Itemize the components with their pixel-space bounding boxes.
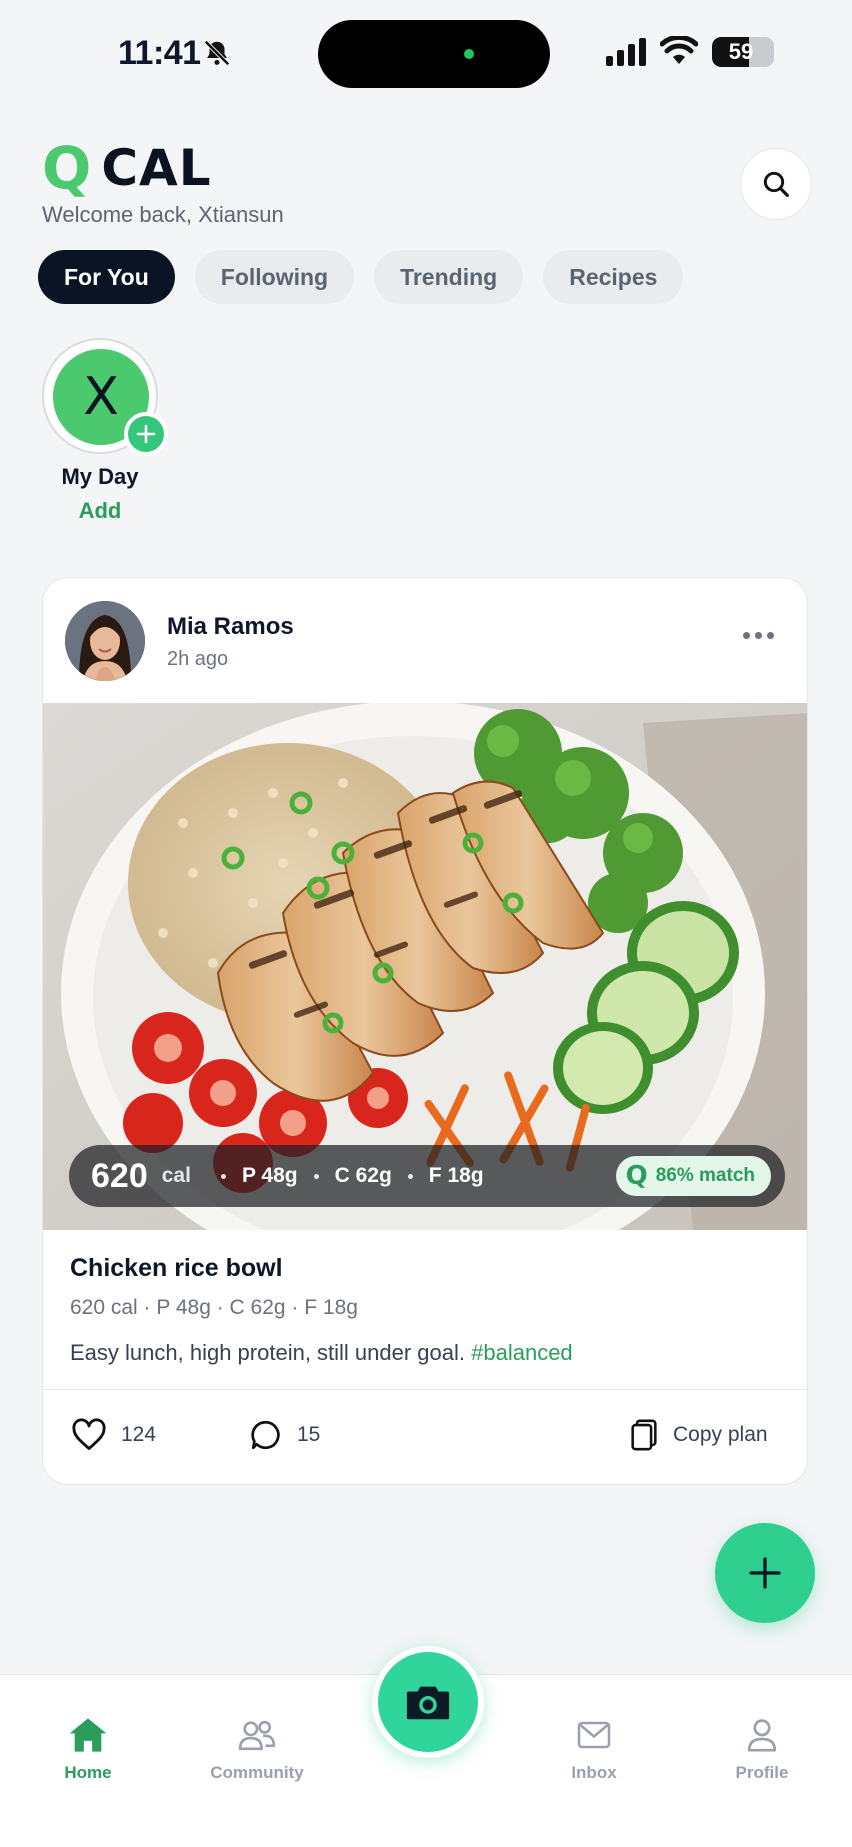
separator-dot [220, 1173, 226, 1179]
hashtag-link[interactable]: #balanced [471, 1340, 573, 1365]
story-name: My Day [61, 464, 139, 489]
new-post-button[interactable] [715, 1523, 815, 1623]
post-title: Chicken rice bowl [70, 1254, 283, 1282]
author-photo [65, 601, 145, 681]
dynamic-island [318, 20, 550, 88]
bell-mute-icon [204, 40, 230, 66]
dot-icon [755, 632, 762, 639]
nav-profile[interactable]: Profile [692, 1715, 832, 1783]
tab-recipes[interactable]: Recipes [543, 250, 684, 304]
clipboard-icon [631, 1419, 657, 1451]
dot-icon [743, 632, 750, 639]
heart-icon [72, 1418, 106, 1450]
nav-inbox[interactable]: Inbox [524, 1715, 664, 1783]
home-icon [69, 1718, 107, 1752]
separator-dot [313, 1173, 319, 1179]
nav-community[interactable]: Community [187, 1715, 327, 1783]
user-icon [747, 1719, 777, 1752]
logo-mark: Q [42, 134, 92, 202]
nav-home-label: Home [64, 1763, 112, 1782]
battery-icon: 59 [712, 37, 774, 67]
match-badge: Q 86% match [615, 1156, 771, 1196]
tab-following[interactable]: Following [194, 250, 355, 304]
match-logo-icon: Q [625, 1161, 648, 1191]
carbs-value: C 62g [334, 1164, 392, 1187]
nav-community-label: Community [210, 1763, 304, 1782]
feed-tabs: For You Following Trending Recipes [38, 250, 684, 304]
card-divider [43, 1389, 807, 1390]
battery-tip [767, 46, 771, 58]
macro-overlay: 620 cal P 48g C 62g F 18g Q 86% match [69, 1145, 785, 1207]
like-count: 124 [121, 1423, 157, 1446]
wifi-icon [660, 36, 698, 64]
welcome-text: Welcome back, Xtiansun [42, 202, 284, 227]
signal-icon [606, 38, 646, 66]
camera-icon [406, 1686, 450, 1720]
status-bar: 11:41 59 [0, 0, 852, 100]
tab-for-you[interactable]: For You [38, 250, 175, 304]
nav-inbox-label: Inbox [571, 1763, 617, 1782]
community-icon [238, 1720, 276, 1751]
author-name[interactable]: Mia Ramos [167, 613, 294, 641]
post-card: Mia Ramos 2h ago 620 cal P 48g C 62g F 1… [42, 577, 808, 1485]
search-icon [763, 171, 789, 197]
like-button[interactable]: 124 [71, 1418, 156, 1452]
comment-icon [251, 1420, 280, 1450]
mail-icon [577, 1721, 611, 1749]
post-macros: 620 cal · P 48g · C 62g · F 18g [70, 1296, 358, 1319]
camera-indicator [464, 49, 474, 59]
add-story-button[interactable] [124, 412, 168, 456]
more-options-button[interactable] [743, 632, 774, 639]
caption-text: Easy lunch, high protein, still under go… [70, 1340, 472, 1365]
separator-dot [407, 1173, 413, 1179]
nav-profile-label: Profile [735, 1763, 789, 1782]
calorie-unit: cal [161, 1164, 191, 1187]
fat-value: F 18g [428, 1164, 484, 1187]
tab-trending[interactable]: Trending [374, 250, 524, 304]
post-caption: Easy lunch, high protein, still under go… [70, 1340, 573, 1366]
match-text: 86% match [655, 1165, 755, 1186]
dot-icon [767, 632, 774, 639]
logo-text: CAL [101, 139, 212, 197]
author-avatar[interactable] [65, 601, 145, 681]
nav-home[interactable]: Home [18, 1715, 158, 1783]
food-photo[interactable]: 620 cal P 48g C 62g F 18g Q 86% match [43, 703, 807, 1230]
status-time: 11:41 [118, 34, 201, 72]
my-day-story[interactable]: X My Day Add [40, 338, 168, 524]
copy-plan-button[interactable]: Copy plan [629, 1418, 768, 1452]
search-button[interactable] [740, 148, 812, 220]
protein-value: P 48g [241, 1164, 298, 1187]
story-ring: X [42, 338, 168, 456]
calorie-value: 620 [91, 1156, 148, 1195]
comment-button[interactable]: 15 [249, 1418, 320, 1452]
copy-plan-label: Copy plan [673, 1423, 768, 1446]
story-add-link[interactable]: Add [40, 498, 160, 524]
plus-icon [136, 424, 156, 444]
camera-button[interactable] [378, 1652, 478, 1752]
plus-icon [749, 1557, 781, 1589]
comment-count: 15 [297, 1423, 321, 1446]
post-time: 2h ago [167, 648, 229, 670]
app-logo: Q CAL [42, 134, 212, 202]
battery-level: 59 [728, 39, 754, 64]
